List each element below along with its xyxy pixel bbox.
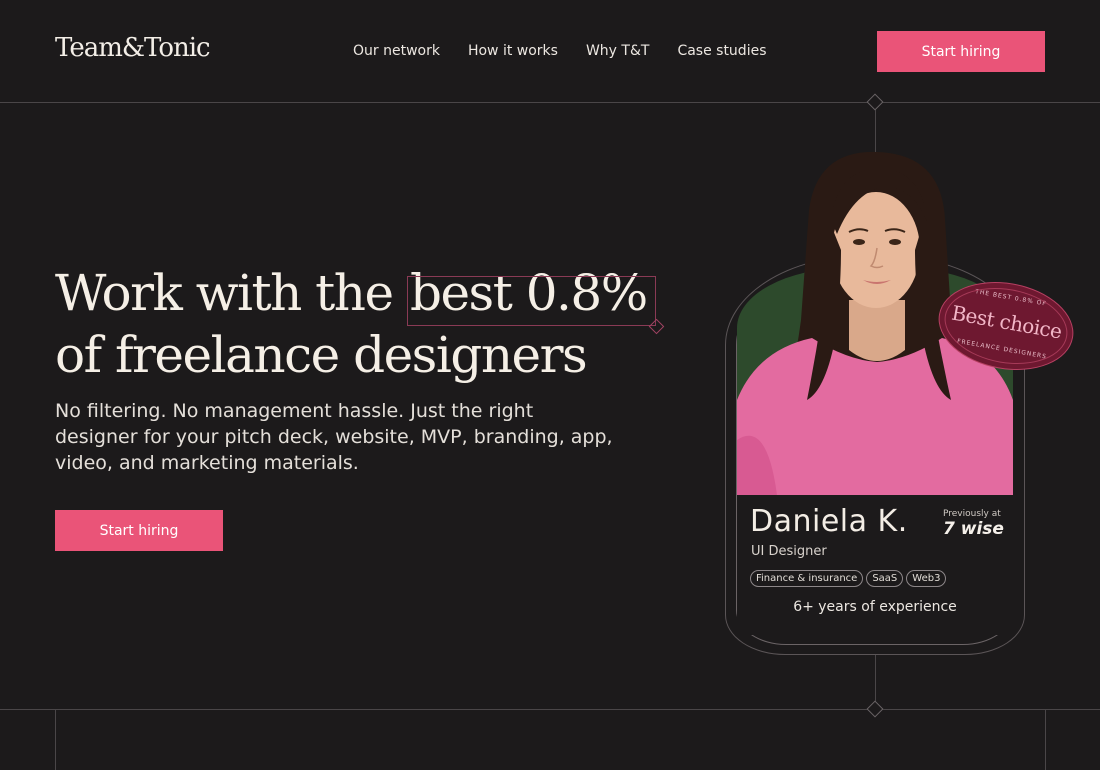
nav-our-network[interactable]: Our network [353,43,440,59]
header-divider [0,102,1100,103]
section-divider [0,709,1100,710]
grid-line-left [55,709,56,770]
diamond-marker-icon [866,93,884,111]
hero-start-hiring-button[interactable]: Start hiring [55,510,223,551]
hero-title-line2: of freelance designers [55,326,588,384]
diamond-marker-icon [866,700,884,718]
logo[interactable]: Team&Tonic [55,33,211,63]
badge-top-text: THE BEST 0.8% OF [974,288,1048,308]
nav-case-studies[interactable]: Case studies [677,43,766,59]
header-start-hiring-button[interactable]: Start hiring [877,31,1045,72]
experience-text: 6+ years of experience [793,599,957,615]
designer-role: UI Designer [751,544,827,559]
hero-subtitle: No filtering. No management hassle. Just… [55,400,613,474]
wise-logo: 7 wise [943,519,1004,539]
grid-line-right [1045,709,1046,770]
hero-title: Work with the best 0.8% of freelance des… [55,262,665,386]
skill-tags: Finance & insurance SaaS Web3 [750,570,947,587]
tag-finance: Finance & insurance [750,570,864,587]
previously-at-label: Previously at [943,509,1001,519]
selection-handle-icon [648,318,665,335]
main-nav: Our network How it works Why T&T Case st… [353,43,767,59]
tag-web3: Web3 [906,570,947,587]
hero-title-highlight: best 0.8% [406,262,665,335]
nav-why-tt[interactable]: Why T&T [586,43,649,59]
nav-how-it-works[interactable]: How it works [468,43,558,59]
hero-title-start: Work with the [55,264,407,322]
tag-saas: SaaS [866,570,904,587]
highlight-text: best 0.8% [409,264,648,322]
designer-name: Daniela K. [750,504,908,539]
